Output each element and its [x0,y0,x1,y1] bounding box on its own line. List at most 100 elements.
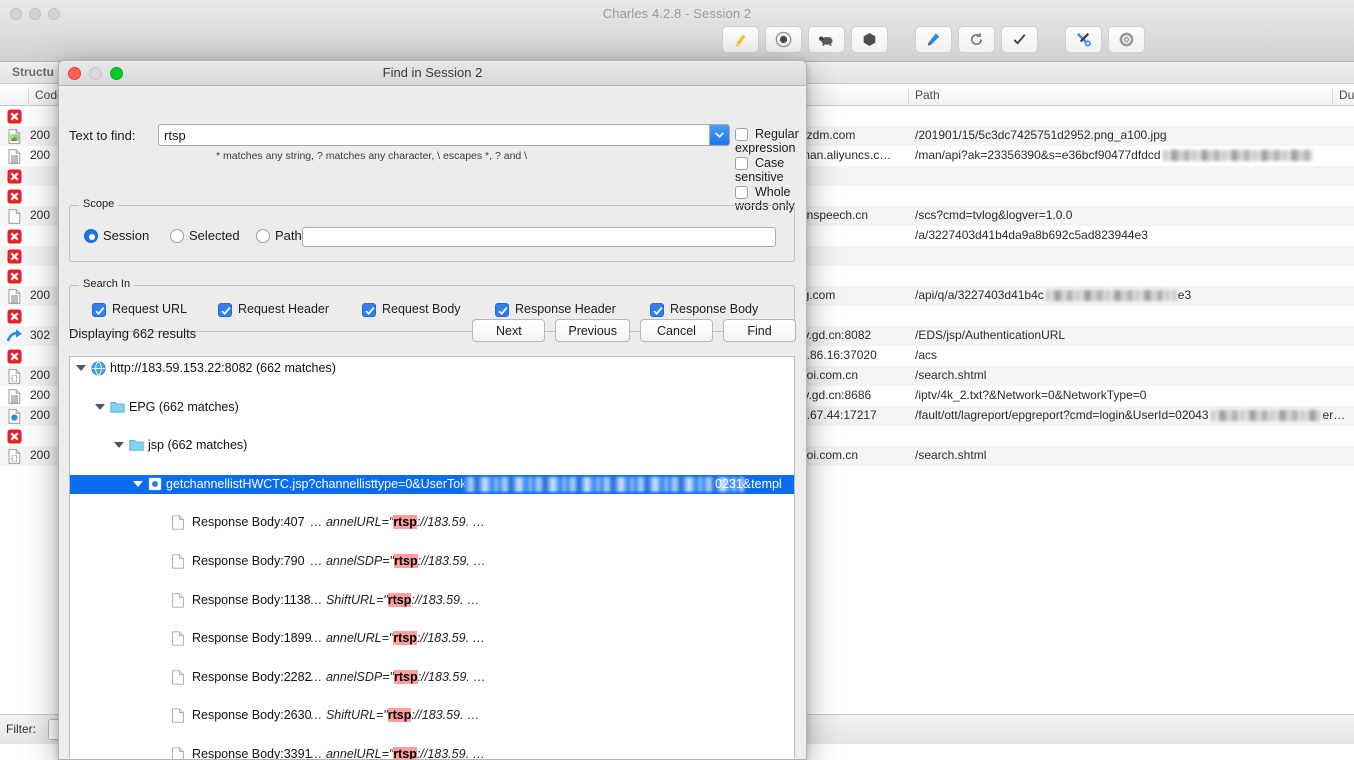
scope-radio-session[interactable]: Session [84,228,149,243]
tree-node-match[interactable]: Response Body:1899… annelURL="rtsp://183… [70,629,794,648]
disclosure-triangle-icon[interactable] [76,365,86,371]
search-in-request-url[interactable]: Request URL [92,302,187,316]
repeat-button[interactable] [958,26,995,53]
record-button[interactable] [765,26,802,53]
settings-button[interactable] [1108,26,1145,53]
option-regular-expression[interactable]: Regular expression [735,127,806,155]
dialog-titlebar: Find in Session 2 [59,61,806,86]
search-in-request-body[interactable]: Request Body [362,302,461,316]
next-button[interactable]: Next [472,319,545,342]
match-location: Response Body:790 [192,554,305,568]
match-highlight: rtsp [394,670,418,684]
scope-radio-selected[interactable]: Selected [170,228,240,243]
option-case-sensitive[interactable]: Case sensitive [735,156,806,184]
document-icon [171,708,185,723]
radio-indicator[interactable] [170,229,184,243]
error-icon [6,108,23,125]
app-title: Charles 4.2.8 - Session 2 [0,6,1354,21]
record-icon [775,31,792,48]
row-path-suffix: er… [1323,408,1346,422]
case-sensitive-checkbox[interactable] [735,157,748,170]
app-toolbar[interactable] [722,26,1145,53]
text-icon [6,388,23,405]
search-in-response-header[interactable]: Response Header [495,302,616,316]
search-in-label: Response Header [515,302,616,316]
refresh-icon [968,31,985,48]
compose-button[interactable] [915,26,952,53]
check-icon [1011,31,1028,48]
chevron-down-icon [715,132,724,138]
find-button[interactable]: Find [723,319,796,342]
breakpoints-button[interactable] [851,26,888,53]
search-history-dropdown-button[interactable] [709,125,729,145]
tree-node-selected-endpoint[interactable]: getchannellistHWCTC.jsp?channellisttype=… [70,475,794,494]
tree-node-label: getchannellistHWCTC.jsp?channellisttype=… [166,477,495,491]
validate-button[interactable] [1001,26,1038,53]
search-input-wrapper[interactable] [158,124,730,146]
folder-icon-wrap [129,438,144,453]
regular-expression-checkbox[interactable] [735,128,748,141]
tools-button[interactable] [1065,26,1102,53]
tree-node-match[interactable]: Response Body:790… annelSDP="rtsp://183.… [70,552,794,571]
row-status-icon [6,408,23,425]
results-count: Displaying 662 results [69,326,196,341]
tree-node-label: EPG (662 matches) [129,400,239,414]
results-tree[interactable]: http://183.59.153.22:8082 (662 matches) E… [69,356,795,760]
disclosure-triangle-icon[interactable] [133,481,143,487]
tree-node-match[interactable]: Response Body:3391… annelURL="rtsp://183… [70,745,794,760]
checkbox-indicator[interactable] [495,303,509,317]
search-in-response-body[interactable]: Response Body [650,302,758,316]
row-status-icon [6,388,23,405]
search-input[interactable] [159,125,709,145]
tree-node-match[interactable]: Response Body:407… annelURL="rtsp://183.… [70,513,794,532]
disclosure-triangle-icon[interactable] [114,442,124,448]
checkbox-indicator[interactable] [92,303,106,317]
tree-node-match[interactable]: Response Body:1138… ShiftURL="rtsp://183… [70,591,794,610]
image-icon [6,128,23,145]
error-icon [6,428,23,445]
redacted-text [1211,410,1321,421]
dialog-button-bar[interactable]: Next Previous Cancel Find [472,319,796,342]
checkbox-indicator[interactable] [362,303,376,317]
pen-icon [925,31,942,48]
tree-node-folder[interactable]: jsp (662 matches) [70,436,794,455]
match-snippet: … annelURL="rtsp://183.59. … [310,515,485,529]
column-header-du[interactable]: Du [1332,88,1354,106]
row-path: /EDS/jsp/AuthenticationURL [915,328,1065,342]
disclosure-triangle-icon[interactable] [95,404,105,410]
checkbox-indicator[interactable] [218,303,232,317]
blank-icon [6,208,23,225]
search-in-request-header[interactable]: Request Header [218,302,329,316]
previous-button[interactable]: Previous [555,319,630,342]
tree-node-match[interactable]: Response Body:2630… ShiftURL="rtsp://183… [70,706,794,725]
scope-group: Scope Session Selected Path [69,205,795,262]
document-icon-wrap [171,747,186,760]
checkbox-indicator[interactable] [650,303,664,317]
tab-structure[interactable]: Structu [12,65,54,79]
broom-icon [732,31,749,48]
column-header-path[interactable]: Path [908,88,940,106]
tree-node-folder[interactable]: EPG (662 matches) [70,398,794,417]
app-titlebar: Charles 4.2.8 - Session 2 [0,0,1354,62]
document-icon-wrap [171,515,186,530]
tools-icon [1075,31,1092,48]
row-host: man.aliyuncs.c… [800,148,891,162]
tree-node-root[interactable]: http://183.59.153.22:8082 (662 matches) [70,359,794,378]
whole-words-only-checkbox[interactable] [735,186,748,199]
row-path: /api/q/a/3227403d41b4ce3 [915,288,1191,302]
radio-indicator[interactable] [256,229,270,243]
row-status-icon [6,208,23,225]
scope-path-input[interactable] [302,227,776,247]
row-status-icon [6,428,23,445]
search-in-label: Request Header [238,302,329,316]
radio-indicator[interactable] [84,229,98,243]
search-in-label: Response Body [670,302,758,316]
cancel-button[interactable]: Cancel [640,319,713,342]
document-icon [171,593,185,608]
row-path-suffix: e3 [1178,288,1191,302]
tree-node-match[interactable]: Response Body:2282… annelSDP="rtsp://183… [70,668,794,687]
scope-radio-path[interactable]: Path [256,228,302,243]
throttle-button[interactable] [808,26,845,53]
match-location: Response Body:2282 [192,670,312,684]
clear-button[interactable] [722,26,759,53]
